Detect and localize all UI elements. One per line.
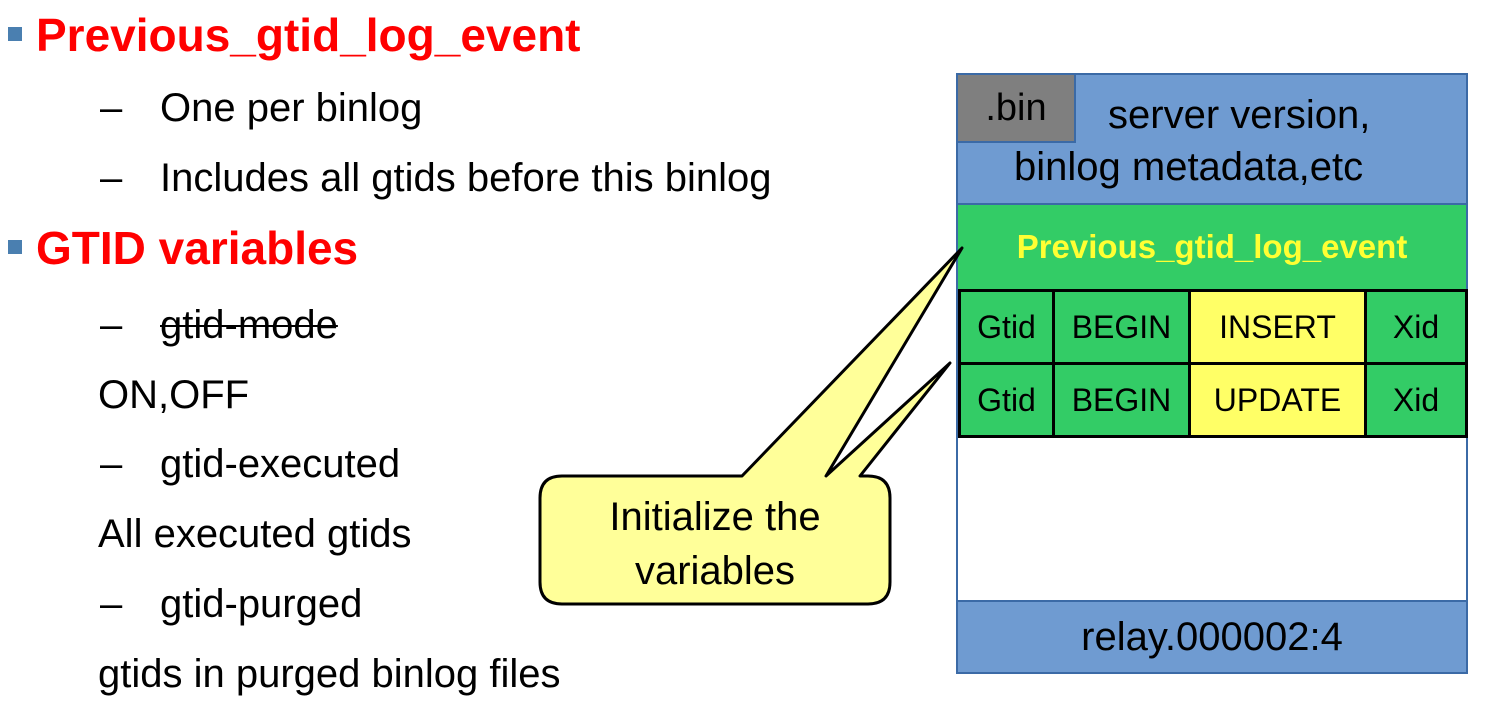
callout-line-2: variables <box>634 549 796 593</box>
callout-text: Initialize the variables <box>542 490 888 598</box>
callout-line-1: Initialize the <box>609 495 821 539</box>
